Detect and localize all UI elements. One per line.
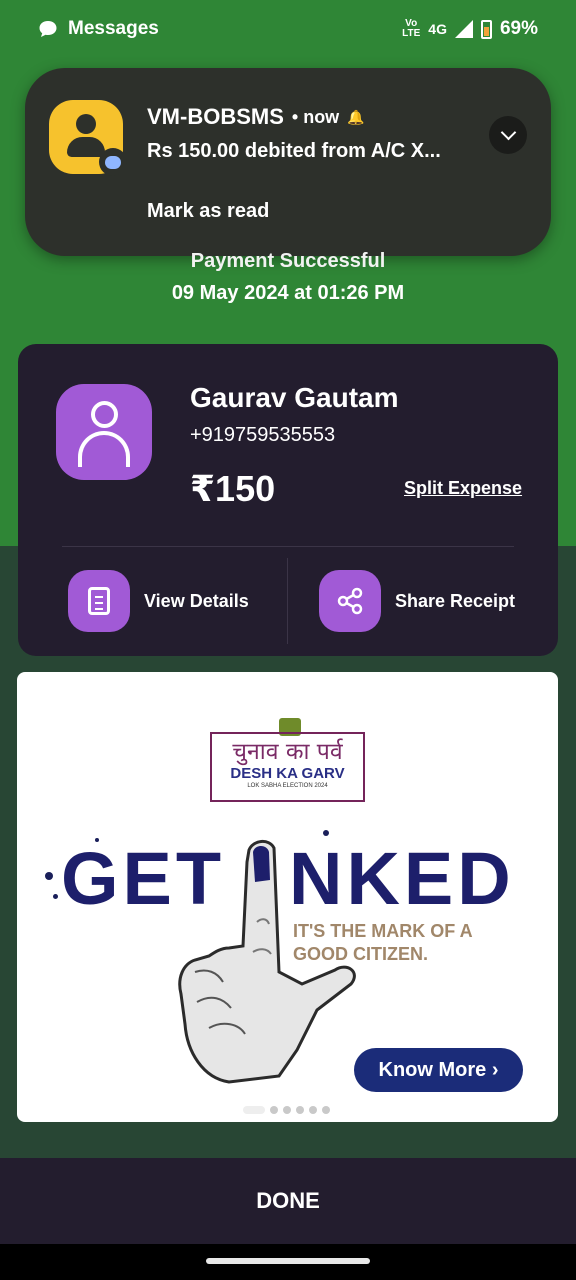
- status-bar: Messages Vo LTE 4G 69%: [0, 0, 576, 58]
- network-type: 4G: [428, 21, 447, 37]
- chevron-down-icon: [500, 124, 516, 140]
- split-expense-link[interactable]: Split Expense: [404, 478, 522, 499]
- payee-phone: +919759535553: [190, 424, 336, 446]
- know-more-button[interactable]: Know More ›: [354, 1048, 523, 1092]
- carousel-dot[interactable]: [283, 1106, 291, 1114]
- payment-amount: ₹150: [190, 468, 276, 509]
- tagline-line-2: GOOD CITIZEN.: [293, 944, 428, 964]
- done-button[interactable]: DONE: [0, 1158, 576, 1244]
- status-left: Messages: [38, 18, 159, 40]
- notification-message: Rs 150.00 debited from A/C X...: [147, 140, 441, 162]
- sms-notification[interactable]: VM-BOBSMS • now 🔔 Rs 150.00 debited from…: [25, 68, 551, 256]
- view-details-button[interactable]: View Details: [68, 570, 249, 632]
- navigation-bar: [0, 1244, 576, 1280]
- document-icon: [68, 570, 130, 632]
- status-right: Vo LTE 4G 69%: [402, 18, 538, 40]
- carousel-indicator[interactable]: [243, 1106, 330, 1114]
- mark-as-read-button[interactable]: Mark as read: [147, 200, 269, 223]
- tagline-line-1: IT'S THE MARK OF A: [293, 921, 473, 941]
- action-divider: [287, 558, 288, 644]
- carousel-dot[interactable]: [270, 1106, 278, 1114]
- view-details-label: View Details: [144, 590, 249, 611]
- battery-icon: [480, 19, 492, 39]
- signal-icon: [454, 20, 473, 38]
- notification-time: • now: [291, 106, 340, 127]
- banner-tagline: IT'S THE MARK OF A GOOD CITIZEN.: [293, 920, 473, 966]
- share-icon: [319, 570, 381, 632]
- election-promo-banner[interactable]: चुनाव का पर्व DESH KA GARV LOK SABHA ELE…: [17, 672, 558, 1122]
- payment-card: Gaurav Gautam +919759535553 ₹150 Split E…: [18, 344, 558, 656]
- notification-header: VM-BOBSMS • now 🔔: [147, 104, 365, 130]
- share-receipt-label: Share Receipt: [395, 590, 516, 611]
- home-gesture-handle[interactable]: [206, 1258, 370, 1264]
- carousel-dot[interactable]: [309, 1106, 317, 1114]
- silent-bell-icon: 🔔: [347, 108, 365, 125]
- share-receipt-button[interactable]: Share Receipt: [319, 570, 515, 632]
- carousel-dot[interactable]: [296, 1106, 304, 1114]
- messages-app-icon: [39, 21, 57, 37]
- carousel-dot[interactable]: [322, 1106, 330, 1114]
- expand-notification-button[interactable]: [489, 116, 527, 154]
- message-badge-icon: [99, 148, 127, 176]
- status-app-name: Messages: [68, 18, 159, 39]
- battery-percent: 69%: [499, 18, 538, 39]
- card-divider: [62, 546, 514, 547]
- payment-status: Payment Successful: [190, 250, 386, 272]
- notification-sender: VM-BOBSMS: [147, 104, 284, 129]
- volte-icon: Vo LTE: [402, 18, 421, 39]
- payee-avatar-icon: [56, 384, 152, 480]
- payment-date: 09 May 2024 at 01:26 PM: [171, 282, 405, 304]
- carousel-dot-active[interactable]: [243, 1106, 265, 1114]
- payee-name: Gaurav Gautam: [190, 382, 399, 413]
